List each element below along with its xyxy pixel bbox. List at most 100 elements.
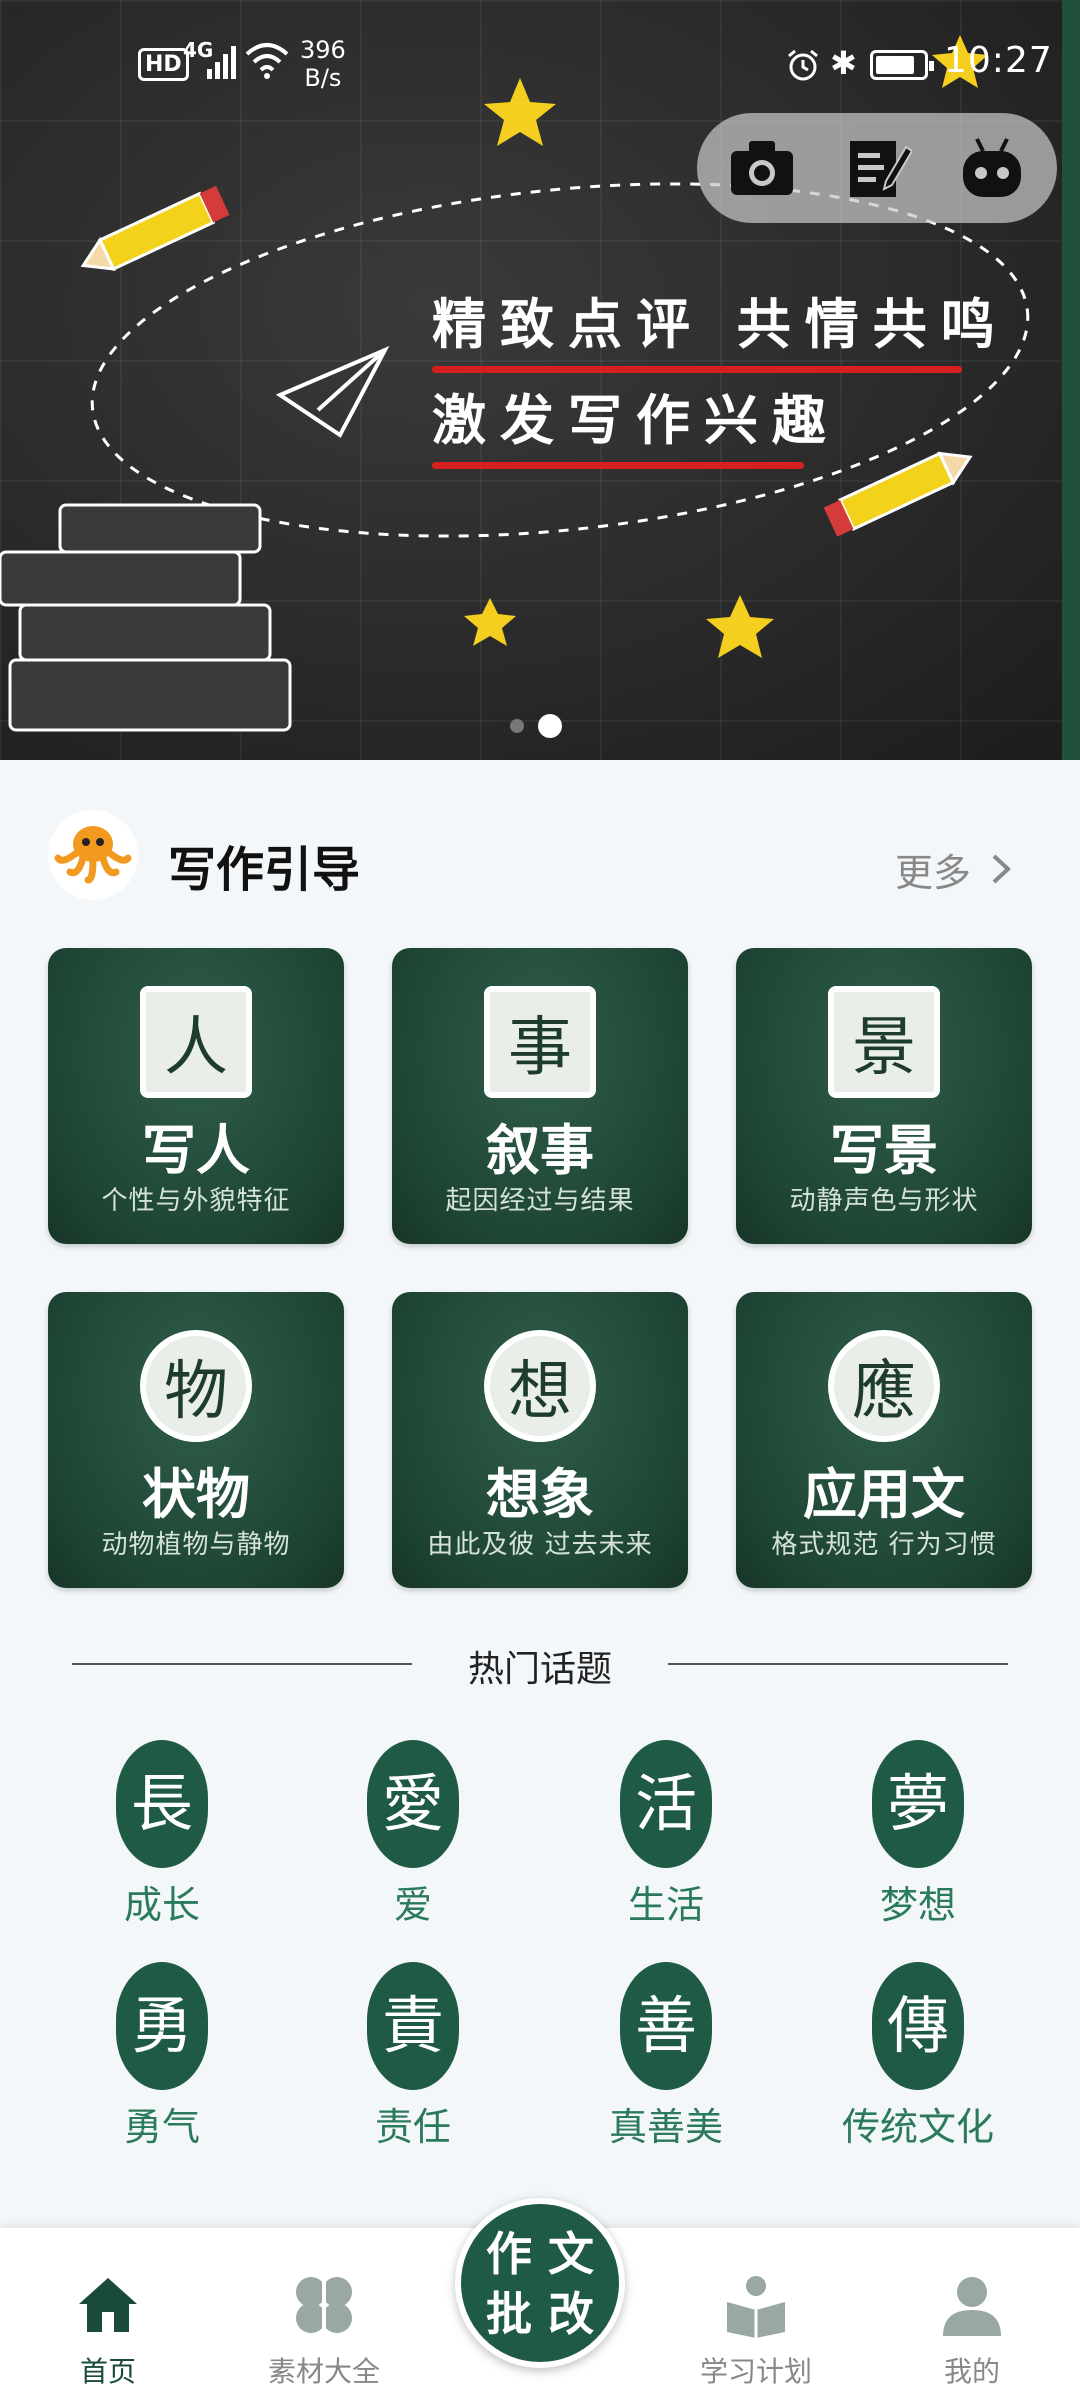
topic-growth[interactable]: 長 成长 [37, 1740, 287, 1929]
section-title: 写作引导 [168, 842, 361, 898]
red-underline [432, 462, 804, 469]
category-card-imagination[interactable]: 想 想象 由此及彼 过去未来 [392, 1292, 688, 1588]
divider-right [668, 1663, 1008, 1665]
carousel-dot[interactable] [510, 719, 524, 733]
battery-icon [870, 50, 934, 80]
category-subtitle: 动静声色与形状 [789, 1186, 979, 1216]
category-name: 叙事 [486, 1119, 594, 1182]
category-subtitle: 格式规范 行为习惯 [771, 1530, 997, 1560]
carousel-indicator[interactable] [510, 714, 576, 738]
wifi-icon [245, 43, 289, 79]
home-icon [79, 2278, 137, 2332]
topic-label: 传统文化 [841, 2105, 994, 2149]
alarm-icon [788, 49, 818, 81]
nav-label: 学习计划 [699, 2355, 812, 2388]
category-subtitle: 个性与外貌特征 [101, 1186, 291, 1216]
topic-responsibility[interactable]: 責 责任 [288, 1962, 538, 2151]
banner-line1-text: 精致点评 共情共鸣 [432, 292, 1009, 356]
nav-label: 首页 [79, 2355, 136, 2388]
nav-label: 素材大全 [267, 2355, 380, 2388]
topic-courage[interactable]: 勇 勇气 [37, 1962, 287, 2151]
essay-correction-button[interactable]: 作 文 批 改 [455, 2198, 625, 2368]
category-card-object[interactable]: 物 状物 动物植物与静物 [48, 1292, 344, 1588]
status-bar: HD 4G 396 B/s ✱ 10:27 [0, 0, 1080, 130]
stamp-icon: 責 [367, 1962, 459, 2090]
fab-line1: 作 文 [485, 2227, 594, 2281]
category-card-narrative[interactable]: 事 叙事 起因经过与结果 [392, 948, 688, 1244]
star-icon [706, 595, 774, 658]
banner-slogan-line1: 精致点评 共情共鸣 [432, 280, 1009, 373]
hot-topics-title: 热门话题 [467, 1649, 612, 1690]
stamp-icon: 愛 [367, 1740, 459, 1868]
divider-left [72, 1663, 412, 1665]
camera-icon[interactable] [727, 133, 797, 203]
category-subtitle: 动物植物与静物 [101, 1530, 291, 1560]
topic-life[interactable]: 活 生活 [541, 1740, 791, 1929]
topic-label: 爱 [393, 1883, 432, 1927]
paper-plane-icon [275, 345, 390, 438]
writing-guide-header: 写作引导 更多 [0, 800, 1080, 920]
stamp-icon: 長 [116, 1740, 208, 1868]
topic-truth-goodness-beauty[interactable]: 善 真善美 [541, 1962, 791, 2151]
hd-badge: HD [138, 48, 189, 81]
topic-label: 责任 [374, 2105, 451, 2149]
stamp-icon: 夢 [872, 1740, 964, 1868]
chevron-right-icon[interactable] [990, 852, 1014, 886]
speed-unit: B/s [304, 64, 342, 92]
topic-love[interactable]: 愛 爱 [288, 1740, 538, 1929]
stamp-icon: 勇 [116, 1962, 208, 2090]
stamp-icon: 善 [620, 1962, 712, 2090]
seal-icon: 應 [828, 1330, 940, 1442]
edit-note-icon[interactable] [842, 133, 912, 203]
star-icon [464, 598, 516, 646]
banner-slogan-line2: 激发写作兴趣 [432, 376, 840, 469]
category-card-person[interactable]: 人 写人 个性与外貌特征 [48, 948, 344, 1244]
stamp-icon: 傳 [872, 1962, 964, 2090]
category-subtitle: 起因经过与结果 [445, 1186, 635, 1216]
stamp-icon: 活 [620, 1740, 712, 1868]
category-name: 应用文 [803, 1463, 965, 1526]
reading-icon [727, 2276, 785, 2338]
octopus-logo-icon [48, 810, 138, 900]
floating-toolbar [697, 113, 1057, 223]
category-name: 想象 [486, 1463, 594, 1526]
topic-label: 勇气 [123, 2105, 200, 2149]
category-subtitle: 由此及彼 过去未来 [427, 1530, 653, 1560]
network-speed: 396 B/s [300, 36, 346, 92]
topic-label: 成长 [123, 1883, 200, 1927]
topic-label: 梦想 [879, 1883, 956, 1927]
robot-icon[interactable] [957, 133, 1027, 203]
category-card-practical[interactable]: 應 应用文 格式规范 行为习惯 [736, 1292, 1032, 1588]
clock: 10:27 [944, 40, 1053, 81]
fab-line2: 批 改 [485, 2287, 594, 2341]
banner-line2-text: 激发写作兴趣 [432, 388, 840, 452]
pencil-icon [80, 185, 230, 271]
clover-icon [296, 2277, 352, 2333]
pencil-icon [823, 451, 973, 537]
more-link[interactable]: 更多 [895, 842, 971, 897]
user-icon [943, 2277, 1001, 2336]
nav-profile[interactable]: 我的 [902, 2272, 1042, 2390]
category-name: 写人 [142, 1119, 250, 1182]
topic-label: 真善美 [608, 2105, 723, 2149]
topic-label: 生活 [627, 1883, 704, 1927]
category-card-scenery[interactable]: 景 写景 动静声色与形状 [736, 948, 1032, 1244]
nav-study-plan[interactable]: 学习计划 [686, 2272, 826, 2390]
seal-icon: 想 [484, 1330, 596, 1442]
category-name: 写景 [830, 1119, 938, 1182]
topic-dream[interactable]: 夢 梦想 [793, 1740, 1043, 1929]
nav-materials[interactable]: 素材大全 [254, 2272, 394, 2390]
books-icon [0, 503, 292, 732]
carousel-dot-active[interactable] [538, 714, 562, 738]
nav-home[interactable]: 首页 [38, 2272, 178, 2390]
seal-icon: 事 [484, 986, 596, 1098]
signal-icon [207, 46, 236, 79]
bluetooth-icon: ✱ [830, 44, 857, 82]
speed-value: 396 [300, 36, 346, 64]
category-name: 状物 [142, 1463, 250, 1526]
seal-icon: 景 [828, 986, 940, 1098]
nav-label: 我的 [943, 2355, 1000, 2388]
red-underline [432, 366, 962, 373]
seal-icon: 人 [140, 986, 252, 1098]
topic-traditional-culture[interactable]: 傳 传统文化 [793, 1962, 1043, 2151]
